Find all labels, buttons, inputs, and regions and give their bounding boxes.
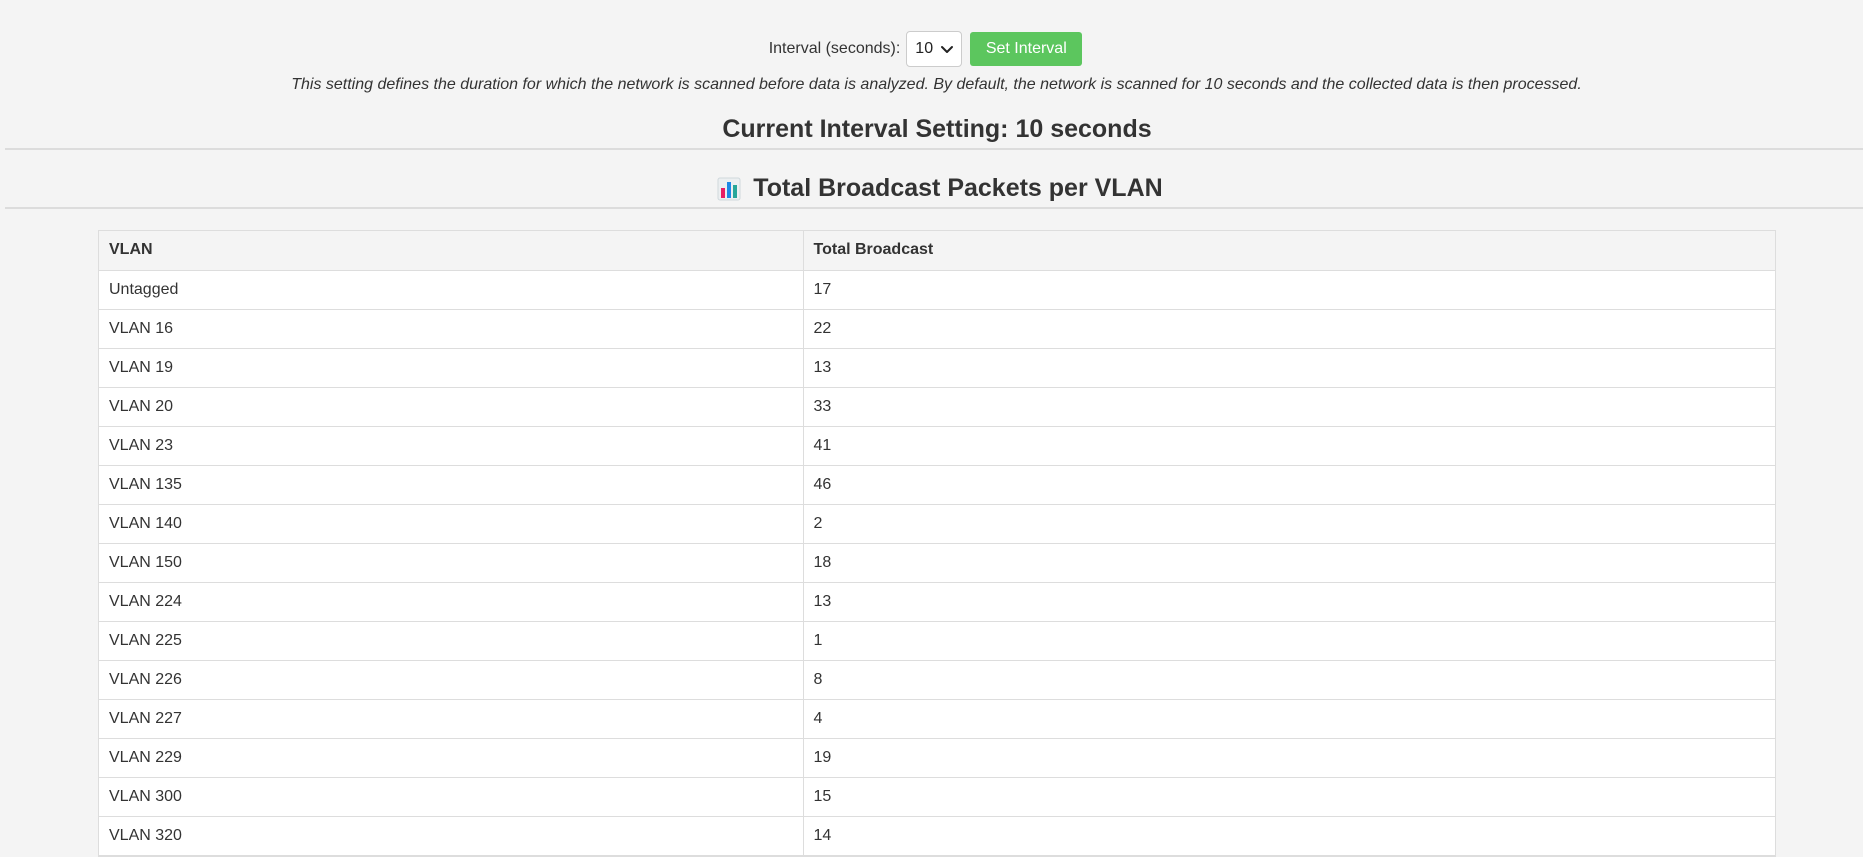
bar-chart-icon	[717, 177, 741, 200]
vlan-cell: VLAN 150	[99, 543, 803, 583]
divider	[5, 207, 1863, 209]
table-row: VLAN 135 46	[99, 465, 1775, 505]
table-row: VLAN 140 2	[99, 504, 1775, 544]
table-body: Untagged 17 VLAN 16 22 VLAN 19 13 VLAN 20 33 VLA…	[99, 270, 1775, 856]
table-row: VLAN 229 19	[99, 738, 1775, 778]
table-row: VLAN 23 41	[99, 426, 1775, 466]
vlan-cell: VLAN 20	[99, 387, 803, 427]
total-broadcast-cell: 33	[802, 387, 1775, 427]
section-title: Total Broadcast Packets per VLAN	[0, 174, 1863, 203]
total-broadcast-cell: 13	[802, 582, 1775, 622]
table-row: VLAN 20 33	[99, 387, 1775, 427]
total-broadcast-cell: 4	[802, 699, 1775, 739]
table-row: VLAN 150 18	[99, 543, 1775, 583]
total-broadcast-cell: 1	[802, 621, 1775, 661]
total-broadcast-cell: 19	[802, 738, 1775, 778]
interval-select-value: 10	[915, 40, 934, 57]
table-row: VLAN 226 8	[99, 660, 1775, 700]
vlan-cell: VLAN 226	[99, 660, 803, 700]
vlan-cell: VLAN 135	[99, 465, 803, 505]
table-row: VLAN 320 14	[99, 816, 1775, 856]
section-title-text: Total Broadcast Packets per VLAN	[753, 174, 1163, 202]
column-header-total-broadcast: Total Broadcast	[802, 231, 1775, 271]
interval-control: Interval (seconds): 10 Set Interval	[0, 31, 1863, 67]
total-broadcast-cell: 2	[802, 504, 1775, 544]
table-row: VLAN 16 22	[99, 309, 1775, 349]
table-row: VLAN 225 1	[99, 621, 1775, 661]
set-interval-button[interactable]: Set Interval	[970, 32, 1083, 66]
vlan-cell: VLAN 300	[99, 777, 803, 817]
vlan-cell: VLAN 16	[99, 309, 803, 349]
total-broadcast-cell: 17	[802, 270, 1775, 310]
vlan-cell: VLAN 229	[99, 738, 803, 778]
total-broadcast-cell: 22	[802, 309, 1775, 349]
total-broadcast-cell: 41	[802, 426, 1775, 466]
total-broadcast-cell: 46	[802, 465, 1775, 505]
table-header-row: VLAN Total Broadcast	[99, 231, 1775, 271]
interval-description: This setting defines the duration for wh…	[291, 76, 1582, 93]
table-row: VLAN 19 13	[99, 348, 1775, 388]
vlan-cell: VLAN 140	[99, 504, 803, 544]
total-broadcast-cell: 18	[802, 543, 1775, 583]
vlan-cell: VLAN 227	[99, 699, 803, 739]
table-row: VLAN 227 4	[99, 699, 1775, 739]
interval-label: Interval (seconds):	[768, 40, 901, 57]
total-broadcast-cell: 15	[802, 777, 1775, 817]
table-row: VLAN 300 15	[99, 777, 1775, 817]
total-broadcast-cell: 14	[802, 816, 1775, 856]
vlan-cell: Untagged	[99, 270, 803, 310]
total-broadcast-cell: 8	[802, 660, 1775, 700]
interval-select[interactable]: 10	[906, 31, 963, 67]
broadcast-table: VLAN Total Broadcast Untagged 17 VLAN 16 22…	[98, 230, 1776, 857]
chevron-down-icon	[941, 46, 954, 53]
divider	[5, 148, 1863, 150]
table-row: Untagged 17	[99, 270, 1775, 310]
vlan-cell: VLAN 224	[99, 582, 803, 622]
vlan-cell: VLAN 320	[99, 816, 803, 856]
vlan-cell: VLAN 225	[99, 621, 803, 661]
table-row: VLAN 224 13	[99, 582, 1775, 622]
vlan-cell: VLAN 19	[99, 348, 803, 388]
column-header-vlan: VLAN	[99, 231, 803, 271]
vlan-cell: VLAN 23	[99, 426, 803, 466]
current-interval-setting: Current Interval Setting: 10 seconds	[722, 115, 1152, 143]
total-broadcast-cell: 13	[802, 348, 1775, 388]
